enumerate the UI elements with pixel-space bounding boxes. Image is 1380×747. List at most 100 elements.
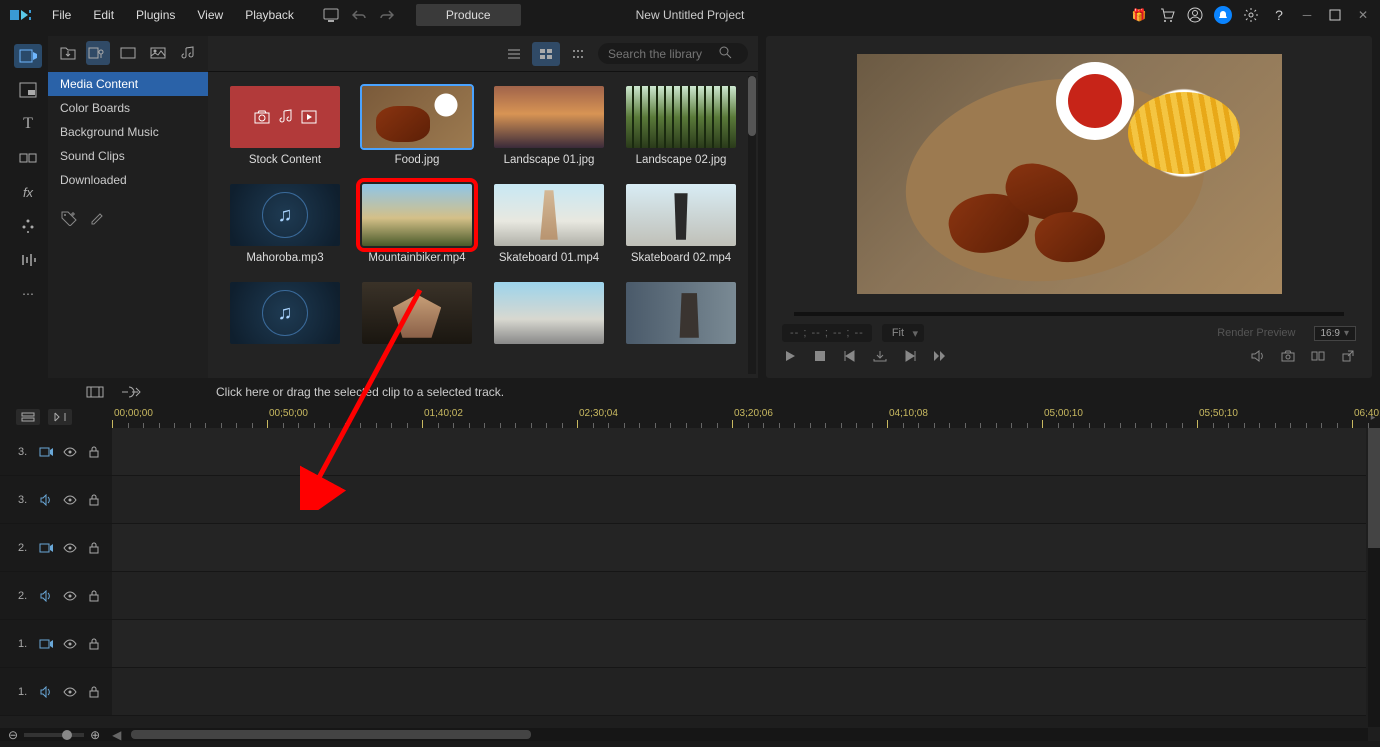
filter-image-icon[interactable] bbox=[146, 41, 170, 65]
track-lane[interactable] bbox=[112, 428, 1366, 475]
settings-icon[interactable] bbox=[1242, 6, 1260, 24]
notifications-icon[interactable] bbox=[1214, 6, 1232, 24]
library-item[interactable] bbox=[353, 282, 481, 350]
play-icon[interactable] bbox=[782, 348, 798, 364]
track-lane[interactable] bbox=[112, 668, 1366, 715]
screen-recorder-icon[interactable] bbox=[322, 6, 340, 24]
library-item[interactable]: Stock Content bbox=[221, 86, 349, 166]
hscroll-thumb[interactable] bbox=[131, 730, 531, 739]
library-item[interactable]: ♫Mahoroba.mp3 bbox=[221, 184, 349, 264]
tracks-area[interactable]: 3.3.2.2.1.1. bbox=[0, 428, 1366, 727]
import-media-icon[interactable] bbox=[56, 41, 80, 65]
library-item[interactable]: ♫ bbox=[221, 282, 349, 350]
track-lock-icon[interactable] bbox=[86, 589, 102, 603]
thumbnail[interactable] bbox=[626, 86, 736, 148]
undo-icon[interactable] bbox=[350, 6, 368, 24]
close-icon[interactable]: ✕ bbox=[1354, 6, 1372, 24]
filter-audio-icon[interactable] bbox=[176, 41, 200, 65]
track-lane[interactable] bbox=[112, 524, 1366, 571]
menu-plugins[interactable]: Plugins bbox=[126, 4, 185, 26]
edit-tag-icon[interactable] bbox=[90, 210, 106, 229]
library-item[interactable]: Mountainbiker.mp4 bbox=[353, 184, 481, 264]
grid-small-icon[interactable] bbox=[564, 42, 592, 66]
nav-color-boards[interactable]: Color Boards bbox=[48, 96, 208, 120]
maximize-icon[interactable] bbox=[1326, 6, 1344, 24]
menu-playback[interactable]: Playback bbox=[235, 4, 304, 26]
title-room-icon[interactable]: T bbox=[14, 112, 42, 136]
timeline-track[interactable]: 2. bbox=[0, 524, 1366, 572]
thumbnail[interactable] bbox=[494, 282, 604, 344]
nav-background-music[interactable]: Background Music bbox=[48, 120, 208, 144]
track-visible-icon[interactable] bbox=[62, 589, 78, 603]
help-icon[interactable]: ? bbox=[1270, 6, 1288, 24]
transition-room-icon[interactable] bbox=[14, 146, 42, 170]
thumbnail[interactable] bbox=[494, 86, 604, 148]
fx-room-icon[interactable]: fx bbox=[14, 180, 42, 204]
library-item[interactable]: Landscape 02.jpg bbox=[617, 86, 745, 166]
track-lock-icon[interactable] bbox=[86, 493, 102, 507]
snapshot-icon[interactable] bbox=[872, 348, 888, 364]
track-visible-icon[interactable] bbox=[62, 541, 78, 555]
library-item[interactable]: Landscape 01.jpg bbox=[485, 86, 613, 166]
menu-view[interactable]: View bbox=[187, 4, 233, 26]
library-scrollbar[interactable] bbox=[748, 76, 756, 374]
track-lane[interactable] bbox=[112, 476, 1366, 523]
render-preview-button[interactable]: Render Preview bbox=[1209, 324, 1303, 342]
filter-video-icon[interactable] bbox=[116, 41, 140, 65]
volume-icon[interactable] bbox=[1250, 348, 1266, 364]
thumbnail[interactable] bbox=[362, 86, 472, 148]
timeline-track[interactable]: 3. bbox=[0, 428, 1366, 476]
grid-large-icon[interactable] bbox=[532, 42, 560, 66]
thumbnail[interactable] bbox=[362, 282, 472, 344]
undock-preview-icon[interactable] bbox=[1340, 348, 1356, 364]
filter-video-audio-icon[interactable] bbox=[86, 41, 110, 65]
menu-edit[interactable]: Edit bbox=[83, 4, 124, 26]
stop-icon[interactable] bbox=[812, 348, 828, 364]
pip-room-icon[interactable] bbox=[14, 78, 42, 102]
thumbnail[interactable]: ♫ bbox=[230, 184, 340, 246]
library-item[interactable] bbox=[485, 282, 613, 350]
track-lock-icon[interactable] bbox=[86, 445, 102, 459]
more-rooms-icon[interactable]: ⋯ bbox=[14, 282, 42, 306]
markers-icon[interactable] bbox=[48, 409, 72, 425]
thumbnail[interactable] bbox=[626, 184, 736, 246]
search-input[interactable] bbox=[608, 47, 718, 61]
film-strip-icon[interactable] bbox=[84, 383, 106, 401]
zoom-fit-select[interactable]: Fit bbox=[882, 324, 924, 342]
tag-icon[interactable] bbox=[60, 210, 78, 229]
track-visible-icon[interactable] bbox=[62, 493, 78, 507]
track-visible-icon[interactable] bbox=[62, 637, 78, 651]
timeline-track[interactable]: 3. bbox=[0, 476, 1366, 524]
timeline-vscrollbar[interactable] bbox=[1368, 428, 1380, 727]
dual-preview-icon[interactable] bbox=[1310, 348, 1326, 364]
thumbnail[interactable]: ♫ bbox=[230, 282, 340, 344]
preview-seekbar[interactable] bbox=[794, 312, 1344, 316]
redo-icon[interactable] bbox=[378, 6, 396, 24]
audio-room-icon[interactable] bbox=[14, 248, 42, 272]
nav-sound-clips[interactable]: Sound Clips bbox=[48, 144, 208, 168]
thumbnail[interactable] bbox=[362, 184, 472, 246]
thumbnail[interactable] bbox=[230, 86, 340, 148]
zoom-in-icon[interactable]: ⊕ bbox=[90, 728, 100, 742]
fast-forward-icon[interactable] bbox=[932, 348, 948, 364]
menu-file[interactable]: File bbox=[42, 4, 81, 26]
nav-downloaded[interactable]: Downloaded bbox=[48, 168, 208, 192]
zoom-out-icon[interactable]: ⊖ bbox=[8, 728, 18, 742]
search-icon[interactable] bbox=[718, 45, 732, 62]
library-item[interactable]: Skateboard 02.mp4 bbox=[617, 184, 745, 264]
timeline-track[interactable]: 2. bbox=[0, 572, 1366, 620]
particle-room-icon[interactable] bbox=[14, 214, 42, 238]
track-lock-icon[interactable] bbox=[86, 637, 102, 651]
timeline-hscrollbar[interactable]: ⊖ ⊕ ◀ bbox=[0, 728, 1368, 741]
minimize-icon[interactable]: ─ bbox=[1298, 6, 1316, 24]
thumbnail[interactable] bbox=[626, 282, 736, 344]
camera-icon[interactable] bbox=[1280, 348, 1296, 364]
track-lock-icon[interactable] bbox=[86, 685, 102, 699]
track-lane[interactable] bbox=[112, 620, 1366, 667]
list-view-icon[interactable] bbox=[500, 42, 528, 66]
track-manager-icon[interactable] bbox=[16, 409, 40, 425]
prev-frame-icon[interactable] bbox=[842, 348, 858, 364]
cart-icon[interactable] bbox=[1158, 6, 1176, 24]
zoom-slider[interactable] bbox=[24, 733, 84, 737]
time-ruler[interactable]: 00;00;0000;50;0001;40;0202;30;0403;20;06… bbox=[112, 406, 1366, 428]
